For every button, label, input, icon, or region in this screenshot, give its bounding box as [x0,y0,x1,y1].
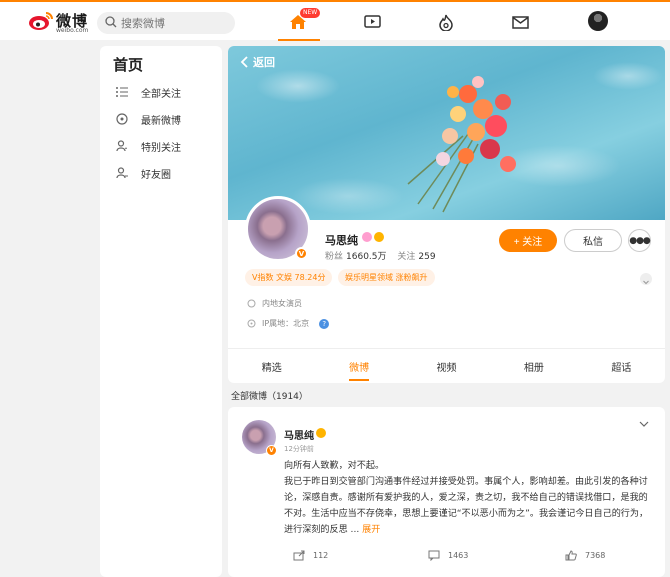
list-icon [115,85,129,99]
tab-featured[interactable]: 精选 [228,349,315,383]
tab-super-topic[interactable]: 超话 [578,349,665,383]
back-label: 返回 [253,56,275,69]
nav-hot[interactable] [435,12,457,32]
sidebar-item-latest[interactable]: 最新微博 [115,110,181,128]
tab-video[interactable]: 视频 [403,349,490,383]
user-avatar[interactable] [588,11,608,31]
following-label: 关注 [397,252,416,262]
all-weibo-count: 全部微博（1914） [231,392,308,402]
sidebar-item-special[interactable]: 特别关注 [115,137,181,155]
repost-count: 112 [313,551,329,560]
sidebar-title: 首页 [113,56,144,74]
comment-count: 1463 [448,551,469,560]
back-button[interactable]: 返回 [240,54,275,70]
user-friends-icon [115,166,129,180]
followers-count[interactable]: 1660.5万 [346,252,387,262]
post-text: 我已于昨日到交管部门沟通事件经过并接受处罚。事属个人，影响却差。由此引发的各种讨… [284,477,649,535]
nav-video[interactable] [361,12,383,32]
expand-info-button[interactable] [640,273,652,285]
profile-stats: 粉丝 1660.5万 关注 259 [325,249,444,262]
user-star-icon [115,139,129,153]
logo-url-text: weibo.com [56,27,89,34]
profile-card: 返回 V 马思纯 粉丝 1660.5万 关注 259 + 关注 私信 ●●● V… [228,46,665,383]
sidebar-item-label: 全部关注 [141,88,181,100]
post-time[interactable]: 12分钟前 [284,444,314,454]
sidebar-item-all-following[interactable]: 全部关注 [115,83,181,101]
sidebar-item-label: 好友圈 [141,169,171,181]
help-icon[interactable]: ? [319,318,330,329]
video-icon [363,15,381,28]
bio-text: 内地女演员 [262,299,302,308]
post-first-line: 向所有人致歉，对不起。 [284,461,385,471]
weibo-post: V 马思纯 12分钟前 向所有人致歉，对不起。 我已于昨日到交管部门沟通事件经过… [228,407,665,577]
sidebar-item-friends[interactable]: 好友圈 [115,164,171,182]
chevron-down-icon [643,280,649,285]
ip-location-text: IP属地：北京 [262,319,310,328]
sidebar-item-label: 特别关注 [141,142,181,154]
repost-icon [293,550,305,561]
new-badge: NEW [300,8,321,18]
message-button[interactable]: 私信 [564,229,622,252]
search-icon [105,16,117,28]
v-index-chip[interactable]: V指数 文娱 78.24分 [245,269,333,286]
badge-icon [247,299,256,308]
follow-button[interactable]: + 关注 [499,229,557,252]
home-active-indicator [278,39,320,41]
tab-album[interactable]: 相册 [490,349,577,383]
flower-bouquet-image [407,76,516,213]
more-dots-icon: ●●● [629,235,651,246]
fans-badge-icon [374,232,384,242]
thumbs-up-icon [565,550,577,561]
clock-icon [115,112,129,126]
followers-label: 粉丝 [325,252,344,262]
chevron-left-icon [240,56,248,68]
location-icon [247,319,256,328]
tab-weibo[interactable]: 微博 [315,349,402,383]
post-author-name[interactable]: 马思纯 [284,427,314,442]
member-badge-icon [362,232,372,242]
expand-link[interactable]: 展开 [362,525,380,535]
top-bar: 微博 weibo.com NEW [0,0,670,41]
comment-icon [428,550,440,561]
verified-v-icon: V [295,247,308,260]
profile-tabs: 精选 微博 视频 相册 超话 [228,349,665,383]
nav-messages[interactable] [509,12,531,32]
verified-v-icon: V [266,445,277,456]
ip-row: IP属地：北京 ? [247,318,330,329]
more-options-button[interactable]: ●●● [628,229,651,252]
weibo-eye-logo-icon [29,12,53,30]
profile-name: 马思纯 [325,234,358,247]
flame-icon [439,14,453,31]
fans-badge-icon [316,428,326,438]
domain-chip[interactable]: 娱乐明星领域 涨粉飙升 [338,269,435,286]
sidebar-item-label: 最新微博 [141,115,181,127]
like-button[interactable]: 7368 [565,550,605,561]
cover-image: 返回 [228,46,665,220]
search-input[interactable] [121,15,221,31]
left-sidebar: 首页 全部关注 最新微博 特别关注 好友圈 [100,46,222,577]
search-box[interactable] [97,12,235,34]
post-body: 向所有人致歉，对不起。 我已于昨日到交管部门沟通事件经过并接受处罚。事属个人，影… [284,458,654,538]
following-count[interactable]: 259 [418,252,435,262]
comment-button[interactable]: 1463 [428,550,468,561]
like-count: 7368 [585,551,606,560]
mail-icon [511,15,529,29]
bio-row: 内地女演员 [247,298,302,309]
weibo-logo[interactable]: 微博 weibo.com [28,8,92,36]
repost-button[interactable]: 112 [293,550,328,561]
chevron-down-icon[interactable] [638,419,650,429]
profile-badges [362,232,384,242]
